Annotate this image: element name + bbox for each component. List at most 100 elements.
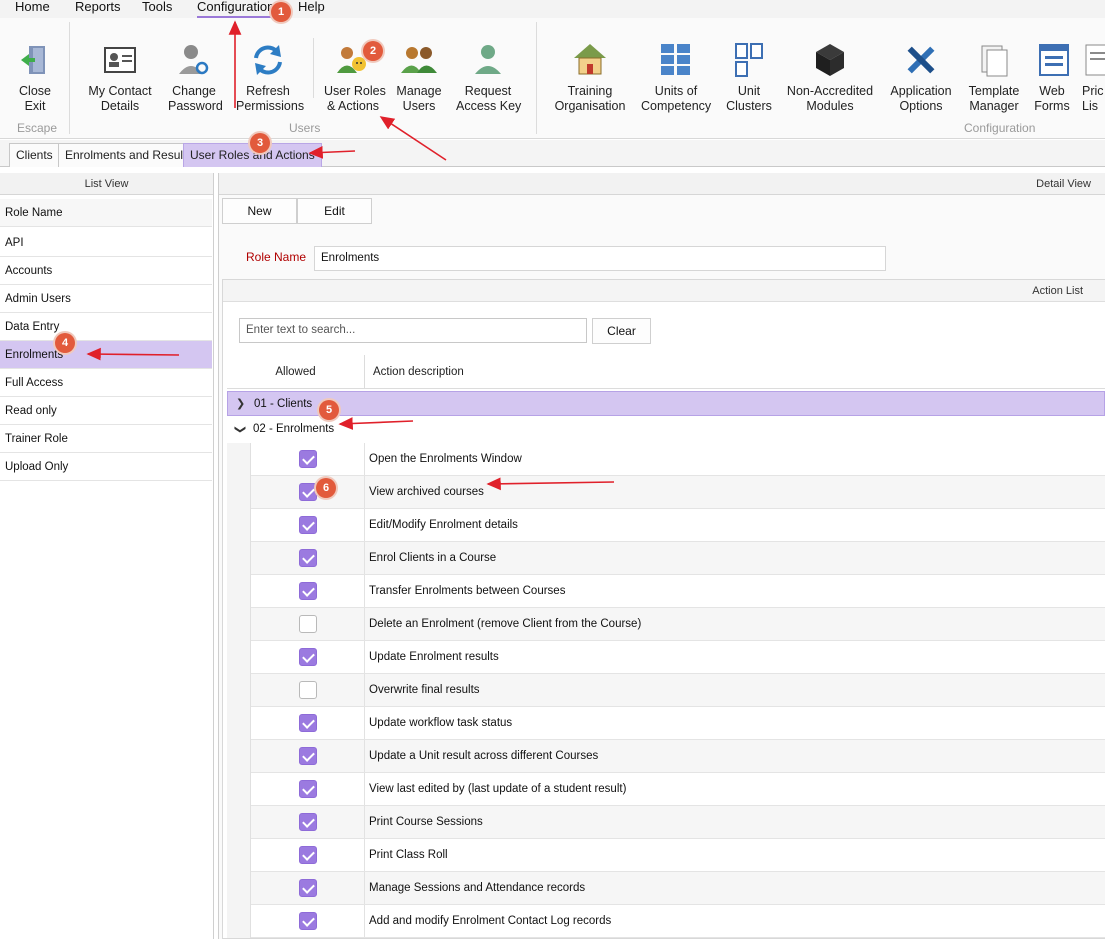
group-row-enrolments[interactable]: ❯ 02 - Enrolments [227, 417, 1105, 442]
action-row[interactable]: Print Course Sessions [251, 806, 1105, 839]
role-item-accounts[interactable]: Accounts [0, 257, 212, 285]
allowed-cell [251, 476, 365, 508]
change-password-button[interactable]: Change Password [168, 40, 223, 114]
allowed-checkbox[interactable] [299, 450, 317, 468]
allowed-checkbox[interactable] [299, 615, 317, 633]
action-row[interactable]: Update workflow task status [251, 707, 1105, 740]
allowed-checkbox[interactable] [299, 681, 317, 699]
exit-door-icon [21, 46, 45, 74]
role-item-data-entry[interactable]: Data Entry [0, 313, 212, 341]
price-list-button[interactable]: Pric Lis [1082, 40, 1105, 114]
clear-button[interactable]: Clear [592, 318, 651, 344]
action-row[interactable]: Add and modify Enrolment Contact Log rec… [251, 905, 1105, 938]
allowed-cell [251, 707, 365, 739]
tab-enrolments-and-results[interactable]: Enrolments and Results [58, 143, 200, 167]
action-description: Add and modify Enrolment Contact Log rec… [369, 915, 612, 927]
allowed-checkbox[interactable] [299, 516, 317, 534]
action-row[interactable]: View last edited by (last update of a st… [251, 773, 1105, 806]
unit-clusters-button[interactable]: Unit Clusters [726, 40, 772, 114]
action-row[interactable]: Overwrite final results [251, 674, 1105, 707]
action-row[interactable]: Open the Enrolments Window [251, 443, 1105, 476]
close-exit-button[interactable]: Close Exit [14, 40, 56, 114]
action-description: Print Course Sessions [369, 816, 483, 828]
action-description: Update a Unit result across different Co… [369, 750, 599, 762]
chevron-down-icon[interactable]: ❯ [227, 425, 252, 434]
allowed-checkbox[interactable] [299, 582, 317, 600]
role-name-column-header[interactable]: Role Name [0, 199, 212, 227]
non-accredited-modules-button[interactable]: Non-Accredited Modules [786, 40, 874, 114]
action-row[interactable]: Print Class Roll [251, 839, 1105, 872]
allowed-checkbox[interactable] [299, 879, 317, 897]
allowed-checkbox[interactable] [299, 846, 317, 864]
allowed-checkbox[interactable] [299, 483, 317, 501]
document-tabs: Clients Enrolments and Results User Role… [0, 140, 1105, 167]
allowed-checkbox[interactable] [299, 747, 317, 765]
action-grid-header: Allowed Action description [227, 355, 1105, 389]
menu-help[interactable]: Help [298, 0, 325, 14]
column-header-action-description[interactable]: Action description [373, 355, 464, 389]
action-row[interactable]: Manage Sessions and Attendance records [251, 872, 1105, 905]
action-description: Print Class Roll [369, 849, 448, 861]
menu-configuration[interactable]: Configuration [197, 0, 274, 14]
training-organisation-button[interactable]: Training Organisation [554, 40, 626, 114]
contact-card-icon [104, 47, 136, 73]
action-row[interactable]: Delete an Enrolment (remove Client from … [251, 608, 1105, 641]
application-options-button[interactable]: Application Options [889, 40, 953, 114]
tools-icon [907, 46, 935, 74]
action-row[interactable]: Update a Unit result across different Co… [251, 740, 1105, 773]
annotation-badge: 6 [316, 478, 336, 498]
menu-tools[interactable]: Tools [142, 0, 172, 14]
menu-reports[interactable]: Reports [75, 0, 121, 14]
refresh-permissions-button[interactable]: Refresh Permissions [236, 40, 304, 114]
allowed-cell [251, 542, 365, 574]
annotation-badge: 3 [250, 133, 270, 153]
role-item-full-access[interactable]: Full Access [0, 369, 212, 397]
action-description: View archived courses [369, 486, 484, 498]
role-item-upload-only[interactable]: Upload Only [0, 453, 212, 481]
action-row[interactable]: Enrol Clients in a Course [251, 542, 1105, 575]
search-input[interactable]: Enter text to search... [239, 318, 587, 343]
units-of-competency-button[interactable]: Units of Competency [641, 40, 711, 114]
grid-icon [661, 44, 690, 75]
role-item-admin-users[interactable]: Admin Users [0, 285, 212, 313]
allowed-checkbox[interactable] [299, 549, 317, 567]
manage-users-button[interactable]: Manage Users [396, 40, 442, 114]
house-icon [574, 44, 606, 75]
allowed-checkbox[interactable] [299, 714, 317, 732]
template-manager-button[interactable]: Template Manager [967, 40, 1021, 114]
web-forms-button[interactable]: Web Forms [1034, 40, 1070, 114]
allowed-cell [251, 905, 365, 937]
role-item-api[interactable]: API [0, 229, 212, 257]
new-button[interactable]: New [222, 198, 297, 224]
role-name-label: Role Name [246, 250, 307, 264]
role-name-input[interactable]: Enrolments [314, 246, 886, 271]
action-row[interactable]: Update Enrolment results [251, 641, 1105, 674]
users-group-icon [401, 47, 437, 73]
allowed-checkbox[interactable] [299, 813, 317, 831]
edit-button[interactable]: Edit [297, 198, 372, 224]
allowed-checkbox[interactable] [299, 648, 317, 666]
allowed-cell [251, 806, 365, 838]
action-row[interactable]: Transfer Enrolments between Courses [251, 575, 1105, 608]
request-access-key-button[interactable]: Request Access Key [456, 40, 521, 114]
tab-clients[interactable]: Clients [9, 143, 60, 167]
chevron-right-icon[interactable]: ❯ [236, 392, 245, 417]
allowed-cell [251, 872, 365, 904]
action-row[interactable]: View archived courses [251, 476, 1105, 509]
action-row[interactable]: Edit/Modify Enrolment details [251, 509, 1105, 542]
column-header-allowed[interactable]: Allowed [227, 355, 365, 389]
role-item-trainer-role[interactable]: Trainer Role [0, 425, 212, 453]
price-list-icon [1085, 44, 1105, 76]
refresh-icon [254, 45, 282, 75]
list-view-panel: List View Role Name API Accounts Admin U… [0, 173, 214, 939]
allowed-checkbox[interactable] [299, 912, 317, 930]
ribbon-separator [313, 38, 314, 98]
role-item-enrolments[interactable]: Enrolments [0, 341, 212, 369]
allowed-checkbox[interactable] [299, 780, 317, 798]
action-description: Update workflow task status [369, 717, 513, 729]
menu-home[interactable]: Home [15, 0, 50, 14]
group-row-clients[interactable]: ❯ 01 - Clients [227, 391, 1105, 416]
allowed-cell [251, 740, 365, 772]
my-contact-details-button[interactable]: My Contact Details [88, 40, 152, 114]
role-item-read-only[interactable]: Read only [0, 397, 212, 425]
